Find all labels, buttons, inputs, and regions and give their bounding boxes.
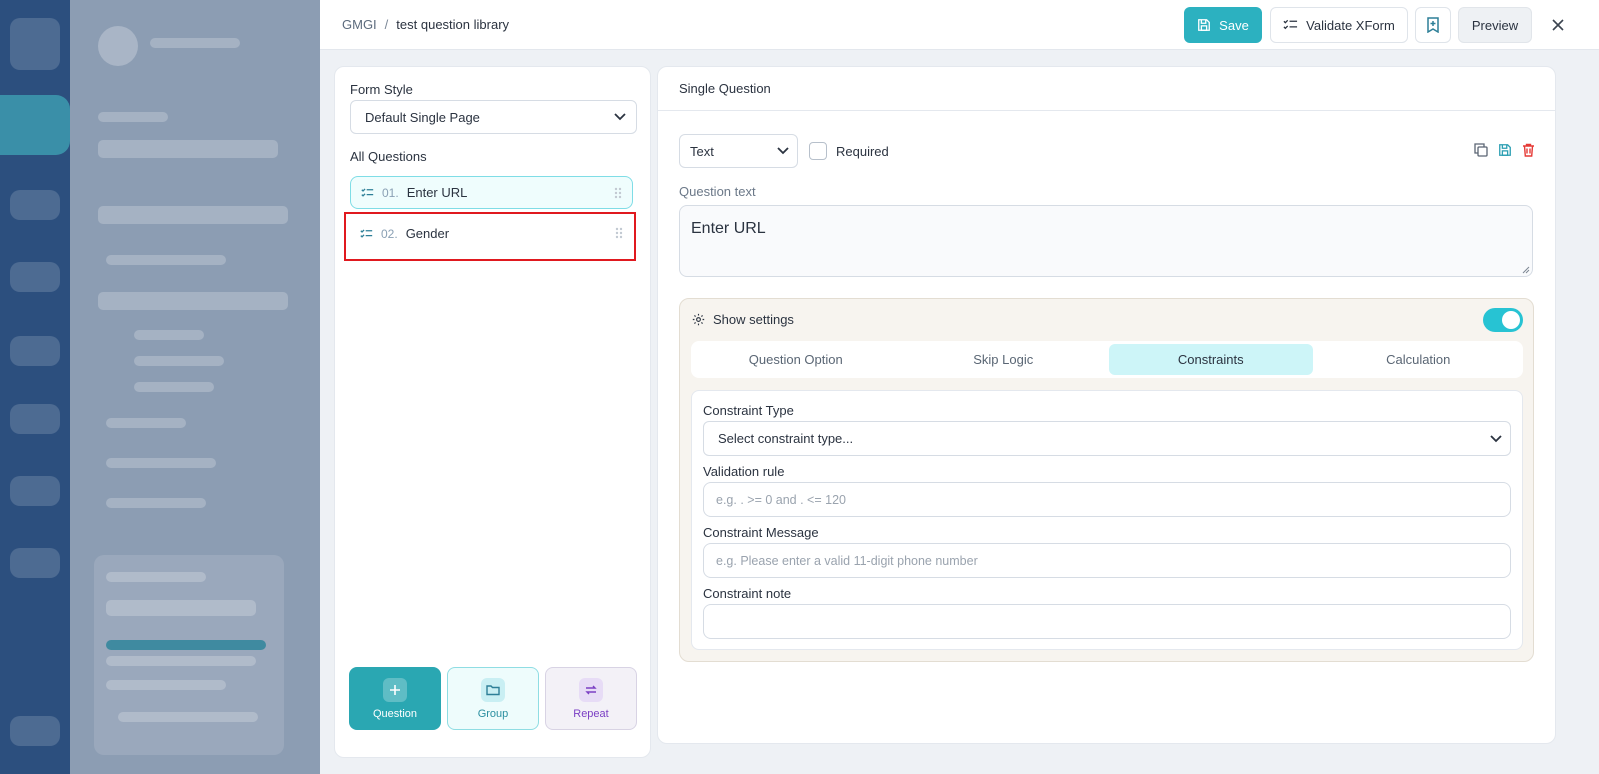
tab-calculation[interactable]: Calculation	[1317, 344, 1521, 375]
required-checkbox[interactable]	[809, 142, 827, 160]
form-style-value: Default Single Page	[365, 109, 480, 125]
repeat-icon	[579, 677, 603, 702]
chevron-down-icon	[777, 147, 789, 155]
tab-constraints[interactable]: Constraints	[1109, 344, 1313, 375]
constraint-message-input[interactable]: e.g. Please enter a valid 11-digit phone…	[703, 543, 1511, 578]
checklist-icon	[1283, 19, 1298, 30]
close-button[interactable]	[1540, 7, 1576, 43]
save-label: Save	[1219, 17, 1249, 33]
constraint-note-label: Constraint note	[703, 586, 792, 601]
bookmark-plus-icon	[1427, 17, 1439, 33]
constraints-panel: Constraint Type Select constraint type..…	[691, 390, 1523, 650]
question-type-select[interactable]: Text	[679, 134, 798, 168]
question-list-panel: Form Style Default Single Page All Quest…	[334, 66, 651, 758]
add-question-label: Question	[372, 707, 418, 720]
all-questions-label: All Questions	[350, 149, 427, 164]
bookmark-button[interactable]	[1415, 7, 1451, 43]
show-settings-switch[interactable]	[1483, 308, 1523, 332]
constraint-message-label: Constraint Message	[703, 525, 819, 540]
preview-label: Preview	[1471, 17, 1519, 33]
validation-rule-input[interactable]: e.g. . >= 0 and . <= 120	[703, 482, 1511, 517]
selection-highlight-box	[344, 212, 636, 261]
duplicate-icon[interactable]	[1474, 143, 1488, 157]
editor-title: Single Question	[679, 81, 771, 96]
chevron-down-icon	[1490, 434, 1502, 442]
breadcrumb-org[interactable]: GMGI	[342, 17, 377, 32]
trash-icon[interactable]	[1522, 143, 1535, 157]
breadcrumb: GMGI / test question library	[342, 17, 509, 32]
chevron-down-icon	[614, 113, 626, 121]
validation-rule-label: Validation rule	[703, 464, 785, 479]
close-icon	[1552, 19, 1564, 31]
constraint-note-input[interactable]	[703, 604, 1511, 639]
add-group-button[interactable]: Group	[447, 667, 539, 730]
gear-icon	[692, 313, 705, 326]
drag-handle-icon[interactable]	[614, 187, 622, 199]
breadcrumb-separator: /	[384, 17, 389, 32]
form-style-label: Form Style	[350, 82, 413, 97]
background-sidebar	[70, 0, 320, 774]
constraint-type-select[interactable]: Select constraint type...	[703, 421, 1511, 456]
background-app	[0, 0, 320, 774]
constraint-type-label: Constraint Type	[703, 403, 794, 418]
required-label: Required	[836, 143, 889, 159]
validate-xform-button[interactable]: Validate XForm	[1270, 7, 1408, 43]
add-repeat-label: Repeat	[573, 707, 609, 720]
breadcrumb-library: test question library	[396, 17, 510, 32]
plus-icon	[383, 677, 407, 702]
resize-handle-icon[interactable]	[1522, 266, 1530, 274]
question-number: 01.	[382, 185, 399, 200]
settings-section: Show settings Question Option Skip Logic…	[679, 298, 1534, 662]
add-repeat-button[interactable]: Repeat	[545, 667, 637, 730]
add-group-label: Group	[477, 707, 509, 720]
question-type-value: Text	[690, 143, 714, 159]
settings-tabs: Question Option Skip Logic Constraints C…	[691, 341, 1523, 378]
question-editor-panel: Single Question Text Required Question t…	[657, 66, 1556, 744]
validation-rule-placeholder: e.g. . >= 0 and . <= 120	[716, 492, 846, 507]
tab-question-option[interactable]: Question Option	[694, 344, 898, 375]
save-button[interactable]: Save	[1184, 7, 1262, 43]
question-library-editor: GMGI / test question library Save Validate…	[320, 0, 1599, 774]
question-text-value: Enter URL	[691, 220, 766, 237]
question-label: Enter URL	[406, 185, 468, 200]
editor-header: Single Question	[658, 67, 1555, 111]
checklist-icon	[361, 187, 374, 197]
form-style-select[interactable]: Default Single Page	[350, 100, 637, 134]
save-icon[interactable]	[1498, 143, 1512, 157]
background-rail	[0, 0, 70, 774]
question-item-1[interactable]: 01. Enter URL	[350, 176, 633, 209]
tab-skip-logic[interactable]: Skip Logic	[902, 344, 1106, 375]
top-bar: GMGI / test question library Save Validate…	[320, 0, 1599, 50]
add-question-button[interactable]: Question	[349, 667, 441, 730]
constraint-message-placeholder: e.g. Please enter a valid 11-digit phone…	[716, 553, 978, 568]
question-text-input[interactable]: Enter URL	[679, 205, 1533, 277]
required-toggle[interactable]: Required	[809, 142, 889, 160]
preview-button[interactable]: Preview	[1458, 7, 1532, 43]
show-settings-label: Show settings	[713, 312, 794, 327]
save-icon	[1198, 19, 1211, 31]
bottom-strip	[320, 758, 1599, 774]
constraint-type-value: Select constraint type...	[718, 431, 854, 446]
folder-icon	[481, 677, 505, 702]
validate-label: Validate XForm	[1306, 17, 1395, 33]
question-tools	[1474, 143, 1535, 157]
question-text-label: Question text	[679, 184, 756, 199]
show-settings-header: Show settings	[692, 312, 794, 327]
